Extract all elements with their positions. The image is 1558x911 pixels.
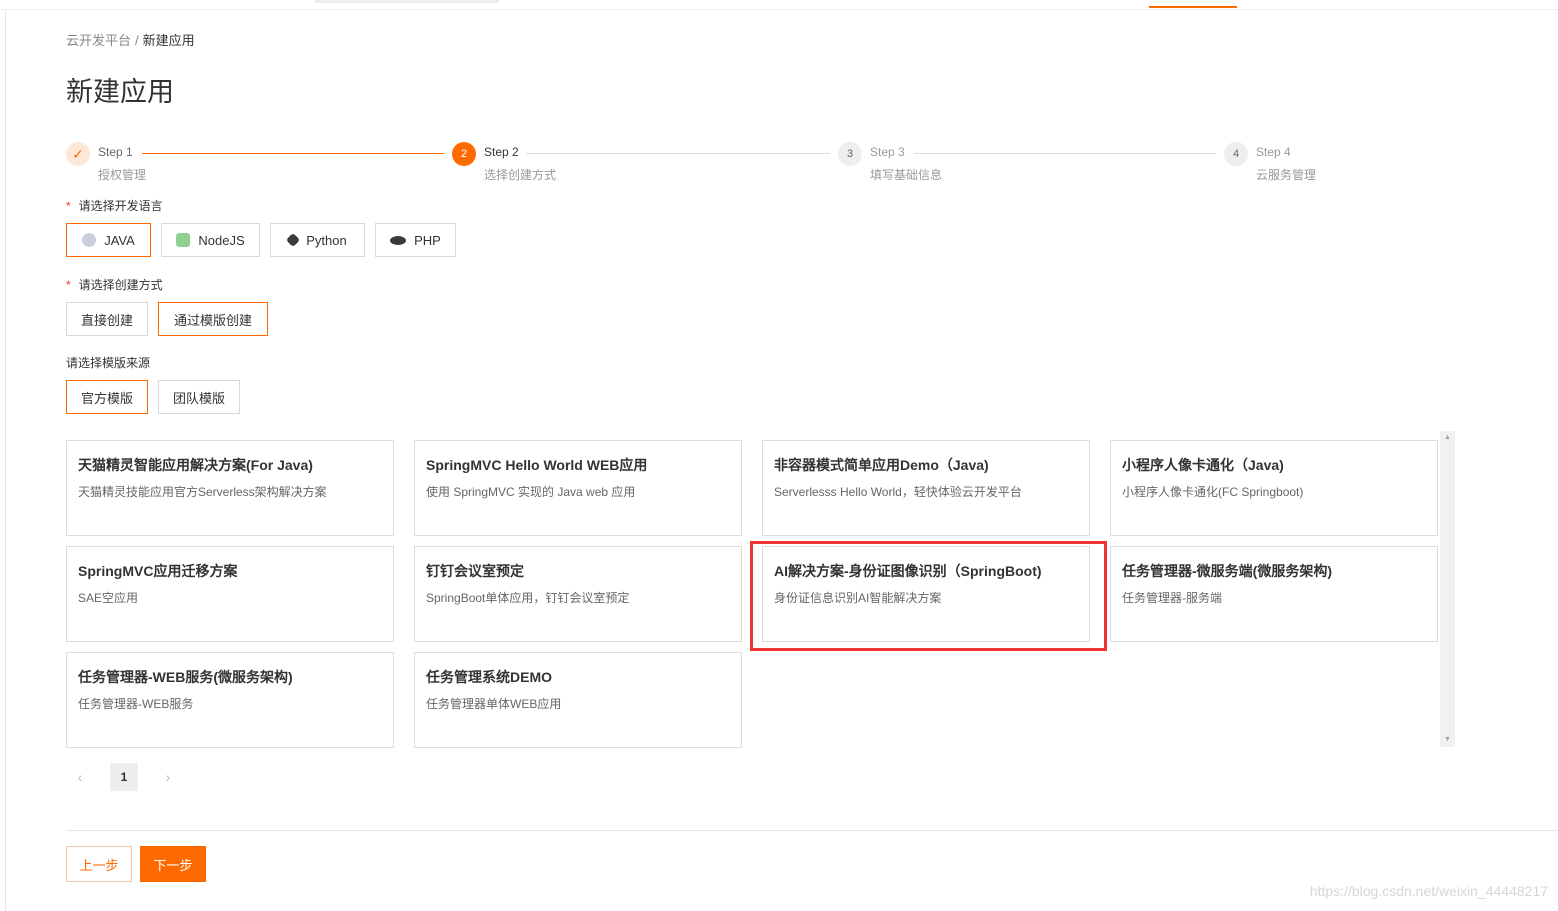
- page-title: 新建应用: [66, 77, 174, 107]
- template-card[interactable]: SpringMVC Hello World WEB应用 使用 SpringMVC…: [414, 440, 742, 536]
- step-check-icon: ✓: [66, 142, 90, 166]
- template-card-desc: 小程序人像卡通化(FC Springboot): [1122, 485, 1304, 499]
- scroll-up-icon[interactable]: ▲: [1440, 431, 1455, 445]
- template-card-desc: 任务管理器单体WEB应用: [426, 697, 562, 711]
- footer-divider: [66, 830, 1558, 831]
- step-1-title: Step 1: [98, 145, 133, 159]
- step-2-title: Step 2: [484, 145, 519, 159]
- template-card-desc: 使用 SpringMVC 实现的 Java web 应用: [426, 485, 636, 499]
- template-card-title: 任务管理系统DEMO: [426, 669, 552, 685]
- template-list-scrollbar[interactable]: ▲ ▼: [1440, 431, 1455, 747]
- official-template-button[interactable]: 官方模版: [66, 380, 148, 414]
- template-card-desc: 天猫精灵技能应用官方Serverless架构解决方案: [78, 485, 327, 499]
- step-4-desc: 云服务管理: [1256, 168, 1317, 182]
- language-python-label: Python: [306, 232, 347, 248]
- template-card[interactable]: 小程序人像卡通化（Java) 小程序人像卡通化(FC Springboot): [1110, 440, 1438, 536]
- step-2-number: 2: [452, 142, 476, 166]
- template-card-title: SpringMVC应用迁移方案: [78, 563, 238, 579]
- template-create-button[interactable]: 通过模版创建: [158, 302, 268, 336]
- template-card[interactable]: 任务管理器-WEB服务(微服务架构) 任务管理器-WEB服务: [66, 652, 394, 748]
- step-3-title: Step 3: [870, 145, 905, 159]
- step-3-desc: 填写基础信息: [870, 168, 943, 182]
- sidebar-divider: [5, 10, 6, 911]
- step-indicator: ✓ Step 1 授权管理 2 Step 2 选择创建方式 3 Step 3 填…: [66, 140, 1466, 190]
- pagination-page-1[interactable]: 1: [110, 763, 138, 791]
- top-nav-bar: [0, 0, 1558, 10]
- language-java-label: JAVA: [104, 232, 135, 248]
- template-card-title: 非容器模式简单应用Demo（Java): [774, 457, 989, 473]
- breadcrumb-root-link[interactable]: 云开发平台: [66, 33, 131, 48]
- pagination-prev-icon[interactable]: ‹: [66, 763, 94, 791]
- create-method-label: * 请选择创建方式: [66, 276, 163, 293]
- template-card-desc: SpringBoot单体应用，钉钉会议室预定: [426, 591, 630, 605]
- next-step-button[interactable]: 下一步: [140, 846, 206, 882]
- step-connector-3: [914, 153, 1216, 154]
- direct-create-button[interactable]: 直接创建: [66, 302, 148, 336]
- top-nav-active-indicator: [1149, 6, 1237, 8]
- template-card[interactable]: 天猫精灵智能应用解决方案(For Java) 天猫精灵技能应用官方Serverl…: [66, 440, 394, 536]
- template-card-title: 任务管理器-WEB服务(微服务架构): [78, 669, 293, 685]
- language-nodejs-label: NodeJS: [198, 232, 245, 248]
- create-method-label-text: 请选择创建方式: [78, 278, 163, 292]
- step-connector-1: [142, 153, 444, 154]
- language-label: * 请选择开发语言: [66, 197, 163, 214]
- required-mark: *: [66, 199, 71, 213]
- java-icon: [82, 233, 97, 247]
- template-source-label: 请选择模版来源: [66, 356, 151, 370]
- step-2-desc: 选择创建方式: [484, 168, 557, 182]
- language-php-button[interactable]: PHP: [375, 223, 456, 257]
- language-python-button[interactable]: Python: [270, 223, 365, 257]
- template-card-title: 天猫精灵智能应用解决方案(For Java): [78, 457, 313, 473]
- scroll-down-icon[interactable]: ▼: [1440, 733, 1455, 747]
- template-card-desc: SAE空应用: [78, 591, 139, 605]
- team-template-button[interactable]: 团队模版: [158, 380, 240, 414]
- template-card[interactable]: 任务管理系统DEMO 任务管理器单体WEB应用: [414, 652, 742, 748]
- php-icon: [390, 235, 407, 245]
- previous-step-button[interactable]: 上一步: [66, 846, 132, 882]
- breadcrumb-current: 新建应用: [142, 33, 195, 48]
- step-3-number: 3: [838, 142, 862, 166]
- template-card-title: 小程序人像卡通化（Java): [1122, 457, 1284, 473]
- template-card[interactable]: 非容器模式简单应用Demo（Java) Serverlesss Hello Wo…: [762, 440, 1090, 536]
- template-card-title: AI解决方案-身份证图像识别（SpringBoot): [774, 563, 1042, 579]
- watermark: https://blog.csdn.net/weixin_44448217: [1309, 883, 1548, 899]
- template-card[interactable]: SpringMVC应用迁移方案 SAE空应用: [66, 546, 394, 642]
- template-card-title: 钉钉会议室预定: [426, 563, 524, 579]
- python-icon: [286, 232, 301, 248]
- template-card[interactable]: 钉钉会议室预定 SpringBoot单体应用，钉钉会议室预定: [414, 546, 742, 642]
- template-card-desc: 任务管理器-WEB服务: [78, 697, 194, 711]
- nodejs-icon: [176, 233, 191, 247]
- step-connector-2: [526, 153, 830, 154]
- template-card[interactable]: 任务管理器-微服务端(微服务架构) 任务管理器-服务端: [1110, 546, 1438, 642]
- template-card-title: 任务管理器-微服务端(微服务架构): [1122, 563, 1332, 579]
- step-4-number: 4: [1224, 142, 1248, 166]
- breadcrumb-separator: /: [135, 33, 139, 48]
- template-card-desc: 任务管理器-服务端: [1122, 591, 1222, 605]
- pagination-next-icon[interactable]: ›: [154, 763, 182, 791]
- step-1-desc: 授权管理: [98, 168, 147, 182]
- template-card-desc: Serverlesss Hello World，轻快体验云开发平台: [774, 485, 1022, 499]
- language-php-label: PHP: [414, 232, 441, 248]
- required-mark: *: [66, 278, 71, 292]
- step-4-title: Step 4: [1256, 145, 1291, 159]
- language-nodejs-button[interactable]: NodeJS: [161, 223, 260, 257]
- language-label-text: 请选择开发语言: [78, 199, 163, 213]
- breadcrumb: 云开发平台 / 新建应用: [66, 30, 195, 49]
- language-java-button[interactable]: JAVA: [66, 223, 151, 257]
- template-card[interactable]: AI解决方案-身份证图像识别（SpringBoot) 身份证信息识别AI智能解决…: [762, 546, 1090, 642]
- template-card-desc: 身份证信息识别AI智能解决方案: [774, 591, 942, 605]
- top-nav-tab-hint: [315, 0, 499, 3]
- template-card-title: SpringMVC Hello World WEB应用: [426, 457, 648, 473]
